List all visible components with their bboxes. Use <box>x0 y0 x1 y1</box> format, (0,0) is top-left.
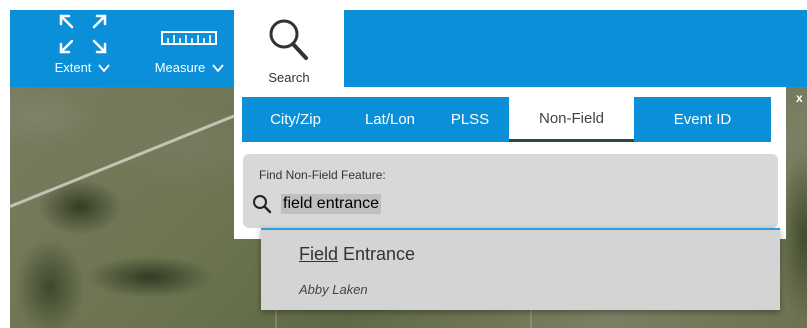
result-title-rest: Entrance <box>338 244 416 264</box>
app-frame: Extent Measure Search City/Zip Lat/Lon P… <box>0 0 807 328</box>
search-input[interactable]: field entrance <box>281 194 382 214</box>
search-input-value: field entrance <box>283 195 380 212</box>
close-panel-button[interactable]: x <box>796 91 803 105</box>
ruler-icon <box>161 31 217 45</box>
tab-city-zip[interactable]: City/Zip <box>242 97 349 142</box>
results-dropdown: Field Entrance Abby Laken <box>261 228 780 310</box>
result-item[interactable]: Field Entrance Abby Laken <box>261 230 780 310</box>
result-subtitle: Abby Laken <box>299 282 368 297</box>
find-label: Find Non-Field Feature: <box>259 168 386 182</box>
search-icon <box>253 195 272 214</box>
map-road <box>9 107 252 208</box>
search-label: Search <box>268 70 310 85</box>
measure-button[interactable]: Measure <box>145 10 235 87</box>
tab-non-field[interactable]: Non-Field <box>509 97 634 142</box>
find-feature-box: Find Non-Field Feature: field entrance <box>243 154 778 228</box>
result-title: Field Entrance <box>299 244 415 265</box>
extent-button[interactable]: Extent <box>38 10 128 87</box>
tab-plss[interactable]: PLSS <box>431 97 509 142</box>
chevron-down-icon <box>212 63 224 72</box>
expand-arrows-icon <box>59 14 107 54</box>
search-button[interactable]: Search <box>234 10 344 87</box>
top-toolbar: Extent Measure <box>10 10 807 87</box>
find-input-row: field entrance <box>251 190 771 218</box>
search-tabs: City/Zip Lat/Lon PLSS Non-Field Event ID <box>242 97 771 142</box>
tab-lat-lon[interactable]: Lat/Lon <box>349 97 431 142</box>
measure-label: Measure <box>154 60 206 75</box>
chevron-down-icon <box>98 63 111 72</box>
result-title-match: Field <box>299 244 339 264</box>
tab-event-id[interactable]: Event ID <box>634 97 771 142</box>
extent-label: Extent <box>54 60 92 75</box>
magnifier-icon <box>269 19 308 60</box>
